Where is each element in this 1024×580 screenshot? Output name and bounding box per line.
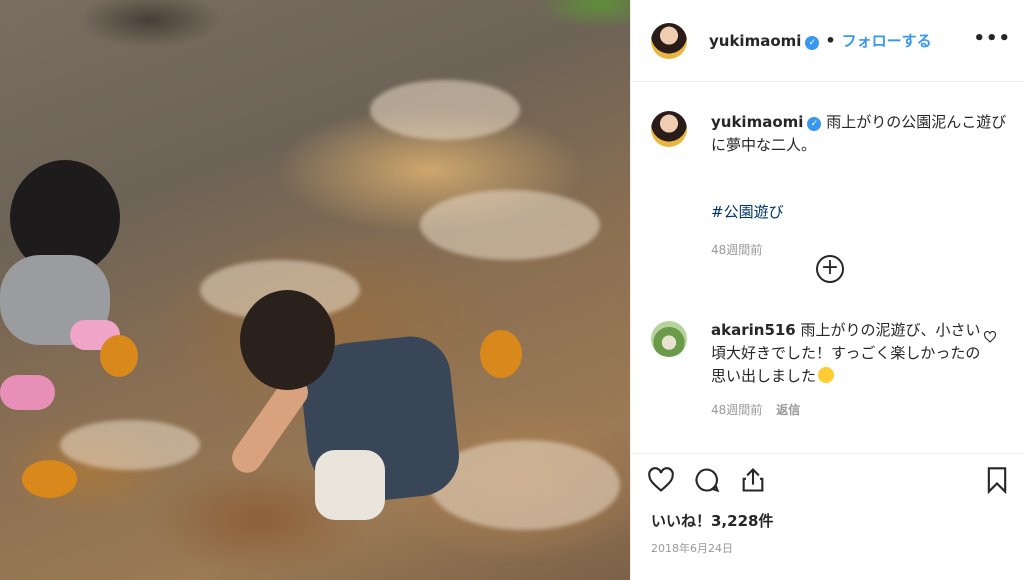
- boy-figure: [195, 290, 465, 550]
- caption-avatar[interactable]: [651, 111, 687, 147]
- commenter-username[interactable]: akarin516: [711, 321, 796, 339]
- author-avatar[interactable]: [651, 22, 687, 59]
- post-actions: いいね！3,228件 2018年6月24日: [631, 453, 1024, 580]
- like-count[interactable]: いいね！3,228件: [651, 510, 773, 531]
- post-date[interactable]: 2018年6月24日: [651, 540, 733, 556]
- share-icon[interactable]: [739, 466, 767, 494]
- verified-badge-icon: ✓: [805, 35, 820, 50]
- post-sidebar: yukimaomi ✓ • フォローする ••• yukimaomi ✓ 雨上がりの…: [630, 0, 1024, 580]
- caption-timestamp[interactable]: 48週間前: [711, 241, 762, 258]
- comment-like-heart-icon[interactable]: [983, 331, 997, 343]
- reply-button[interactable]: 返信: [776, 403, 800, 417]
- comment-timestamp[interactable]: 48週間前: [711, 403, 762, 417]
- comments-section[interactable]: yukimaomi ✓ 雨上がりの公園泥んこ遊びに夢中な二人。 #公園遊び 48週…: [631, 83, 1024, 453]
- caption-hashtag[interactable]: #公園遊び: [711, 201, 784, 222]
- grass-patch: [510, 0, 630, 40]
- action-icons: [647, 466, 767, 494]
- commenter-avatar[interactable]: [651, 321, 687, 357]
- caption-username[interactable]: yukimaomi: [711, 113, 803, 131]
- more-options-icon[interactable]: •••: [973, 28, 1011, 49]
- orange-toy-cup: [100, 335, 138, 377]
- bookmark-icon[interactable]: [983, 466, 1011, 494]
- laughing-emoji-icon: [818, 367, 835, 383]
- tree-shadow: [60, 0, 240, 70]
- heart-icon[interactable]: [647, 466, 675, 494]
- mud-foam: [370, 80, 520, 140]
- orange-toy-fish-mold: [22, 460, 77, 498]
- load-more-comments-button[interactable]: +: [816, 255, 844, 283]
- post-header: yukimaomi ✓ • フォローする •••: [631, 0, 1024, 82]
- author-username[interactable]: yukimaomi ✓: [709, 32, 820, 50]
- header-separator: •: [825, 31, 836, 50]
- girl-figure: [0, 160, 160, 420]
- caption-text: yukimaomi ✓ 雨上がりの公園泥んこ遊びに夢中な二人。: [711, 111, 1011, 157]
- follow-button[interactable]: フォローする: [842, 30, 932, 51]
- mud-foam: [420, 190, 600, 260]
- post-photo[interactable]: [0, 0, 630, 580]
- comment-text: akarin516 雨上がりの泥遊び、小さい頃大好きでした！すっごく楽しかったの…: [711, 319, 991, 388]
- comment-meta: 48週間前 返信: [711, 401, 800, 418]
- comment-bubble-icon[interactable]: [693, 466, 721, 494]
- verified-badge-icon: ✓: [807, 117, 822, 131]
- orange-toy-watering-can: [480, 330, 522, 378]
- mud-foam: [60, 420, 200, 470]
